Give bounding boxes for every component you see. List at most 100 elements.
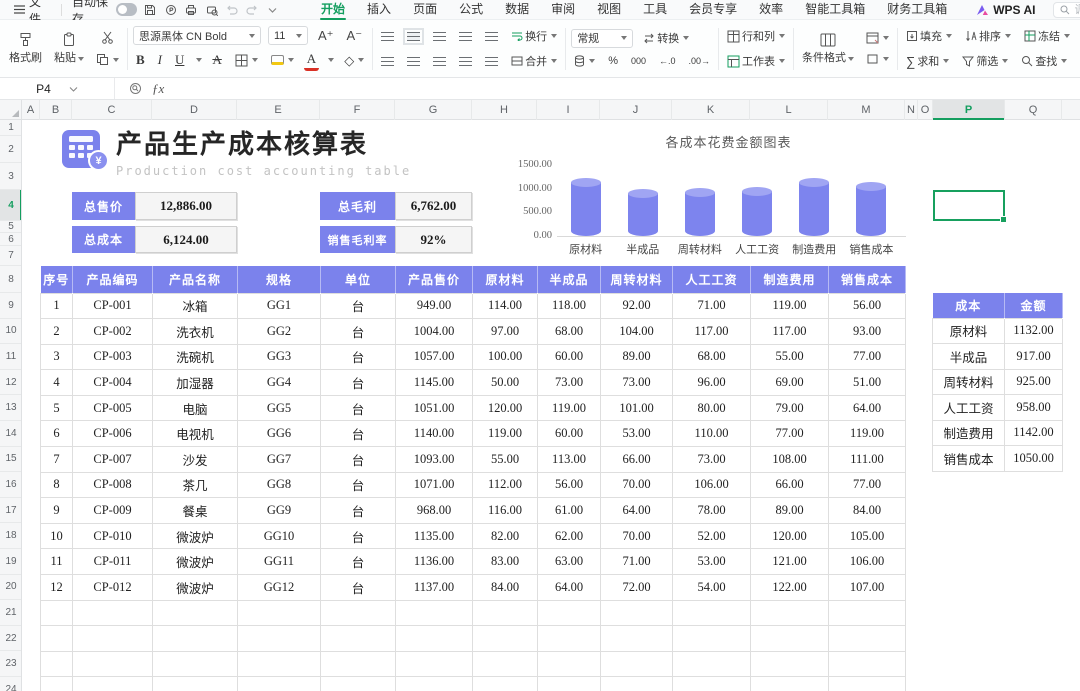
cell[interactable]: 台: [320, 394, 396, 422]
cell[interactable]: GG2: [237, 318, 321, 345]
cell[interactable]: 2: [40, 318, 73, 345]
cell[interactable]: 111.00: [828, 446, 906, 473]
column-header-F[interactable]: F: [320, 100, 395, 120]
cell[interactable]: 11: [40, 548, 73, 576]
empty-cell[interactable]: [672, 625, 751, 652]
menu-tab-会员专享[interactable]: 会员专享: [678, 0, 748, 20]
empty-cell[interactable]: [320, 625, 396, 652]
cell[interactable]: 113.00: [537, 446, 601, 473]
table-header-cell[interactable]: 产品售价: [395, 266, 473, 293]
print-icon[interactable]: [184, 2, 198, 18]
cell[interactable]: CP-010: [72, 522, 153, 550]
empty-cell[interactable]: [40, 625, 73, 652]
row-header-17[interactable]: 17: [0, 498, 21, 524]
cell[interactable]: 55.00: [750, 343, 829, 371]
increase-font-button[interactable]: A⁺: [315, 27, 337, 44]
cell[interactable]: 洗碗机: [152, 343, 238, 371]
cell[interactable]: CP-002: [72, 318, 153, 345]
borders-button[interactable]: [232, 52, 261, 69]
cell[interactable]: 1: [40, 292, 73, 320]
row-header-5[interactable]: 5: [0, 221, 21, 233]
cost-cell[interactable]: 制造费用: [932, 419, 1005, 446]
cell[interactable]: 92.00: [600, 292, 673, 320]
grid-area[interactable]: ¥ 产品生产成本核算表 Production cost accounting t…: [22, 120, 1080, 691]
row-header-9[interactable]: 9: [0, 293, 21, 319]
cell[interactable]: 77.00: [828, 343, 906, 371]
align-center-button[interactable]: [404, 55, 423, 68]
cell[interactable]: GG9: [237, 497, 321, 524]
align-bottom-button[interactable]: [430, 30, 449, 43]
font-color-button[interactable]: A: [303, 50, 320, 71]
cost-header-cell[interactable]: 金额: [1004, 293, 1063, 318]
empty-cell[interactable]: [828, 625, 906, 652]
empty-cell[interactable]: [320, 650, 396, 678]
margin-rate-value[interactable]: 92%: [395, 226, 472, 253]
cell[interactable]: GG5: [237, 394, 321, 422]
column-header-G[interactable]: G: [395, 100, 472, 120]
cell[interactable]: 55.00: [472, 446, 538, 473]
cell[interactable]: CP-004: [72, 369, 153, 396]
cell[interactable]: CP-011: [72, 548, 153, 576]
cell[interactable]: 56.00: [828, 292, 906, 320]
cell[interactable]: 96.00: [672, 369, 751, 396]
menu-tab-工具[interactable]: 工具: [632, 0, 678, 20]
empty-cell[interactable]: [237, 676, 321, 691]
cell[interactable]: GG1: [237, 292, 321, 320]
search-input[interactable]: [1074, 3, 1080, 16]
cell[interactable]: 5: [40, 394, 73, 422]
empty-cell[interactable]: [537, 625, 601, 652]
cell[interactable]: 120.00: [750, 522, 829, 550]
table-header-cell[interactable]: 制造费用: [750, 266, 829, 293]
row-header-19[interactable]: 19: [0, 549, 21, 575]
row-header-14[interactable]: 14: [0, 421, 21, 447]
cell[interactable]: 台: [320, 497, 396, 524]
cell[interactable]: 53.00: [600, 420, 673, 448]
cell[interactable]: 60.00: [537, 343, 601, 371]
font-name-select[interactable]: 思源黑体 CN Bold: [133, 26, 261, 46]
cell[interactable]: 120.00: [472, 394, 538, 422]
decrease-font-button[interactable]: A⁻: [344, 27, 366, 44]
bold-button[interactable]: B: [133, 50, 148, 70]
worksheet-button[interactable]: 工作表: [724, 51, 788, 71]
empty-cell[interactable]: [600, 599, 673, 627]
empty-cell[interactable]: [72, 650, 153, 678]
align-right-button[interactable]: [430, 55, 449, 68]
cost-cell[interactable]: 周转材料: [932, 368, 1005, 395]
cell[interactable]: 89.00: [600, 343, 673, 371]
column-header-A[interactable]: A: [22, 100, 40, 120]
cost-chart[interactable]: 各成本花费金额图表 1500.00 1000.00 500.00 0.00 原材料 半成品…: [500, 124, 912, 264]
cell[interactable]: 60.00: [537, 420, 601, 448]
cell[interactable]: 68.00: [672, 343, 751, 371]
empty-cell[interactable]: [237, 625, 321, 652]
cell[interactable]: 80.00: [672, 394, 751, 422]
insert-function-button[interactable]: ƒx: [152, 81, 164, 97]
cell[interactable]: CP-005: [72, 394, 153, 422]
total-price-value[interactable]: 12,886.00: [135, 192, 237, 220]
column-header-P[interactable]: P: [933, 100, 1005, 120]
empty-cell[interactable]: [828, 650, 906, 678]
total-cost-value[interactable]: 6,124.00: [135, 226, 237, 253]
cell[interactable]: 台: [320, 292, 396, 320]
menu-tab-效率[interactable]: 效率: [748, 0, 794, 20]
cell[interactable]: 116.00: [472, 497, 538, 524]
filter-button[interactable]: 筛选: [959, 51, 1011, 71]
table-header-cell[interactable]: 产品编码: [72, 266, 153, 293]
column-header-C[interactable]: C: [72, 100, 152, 120]
cell[interactable]: 112.00: [472, 471, 538, 499]
menu-tab-插入[interactable]: 插入: [356, 0, 402, 20]
empty-cell[interactable]: [472, 650, 538, 678]
column-header-J[interactable]: J: [600, 100, 672, 120]
cell[interactable]: 108.00: [750, 446, 829, 473]
cost-cell[interactable]: 958.00: [1004, 394, 1063, 421]
copy-button[interactable]: [93, 51, 122, 68]
wrap-text-button[interactable]: 换行: [508, 26, 560, 46]
menu-tab-财务工具箱[interactable]: 财务工具箱: [876, 0, 958, 20]
row-header-10[interactable]: 10: [0, 319, 21, 345]
row-header-8[interactable]: 8: [0, 266, 21, 293]
cell[interactable]: 64.00: [537, 574, 601, 601]
row-header-12[interactable]: 12: [0, 370, 21, 396]
column-header-E[interactable]: E: [237, 100, 320, 120]
menu-tab-智能工具箱[interactable]: 智能工具箱: [794, 0, 876, 20]
empty-cell[interactable]: [600, 650, 673, 678]
cell[interactable]: 73.00: [672, 446, 751, 473]
